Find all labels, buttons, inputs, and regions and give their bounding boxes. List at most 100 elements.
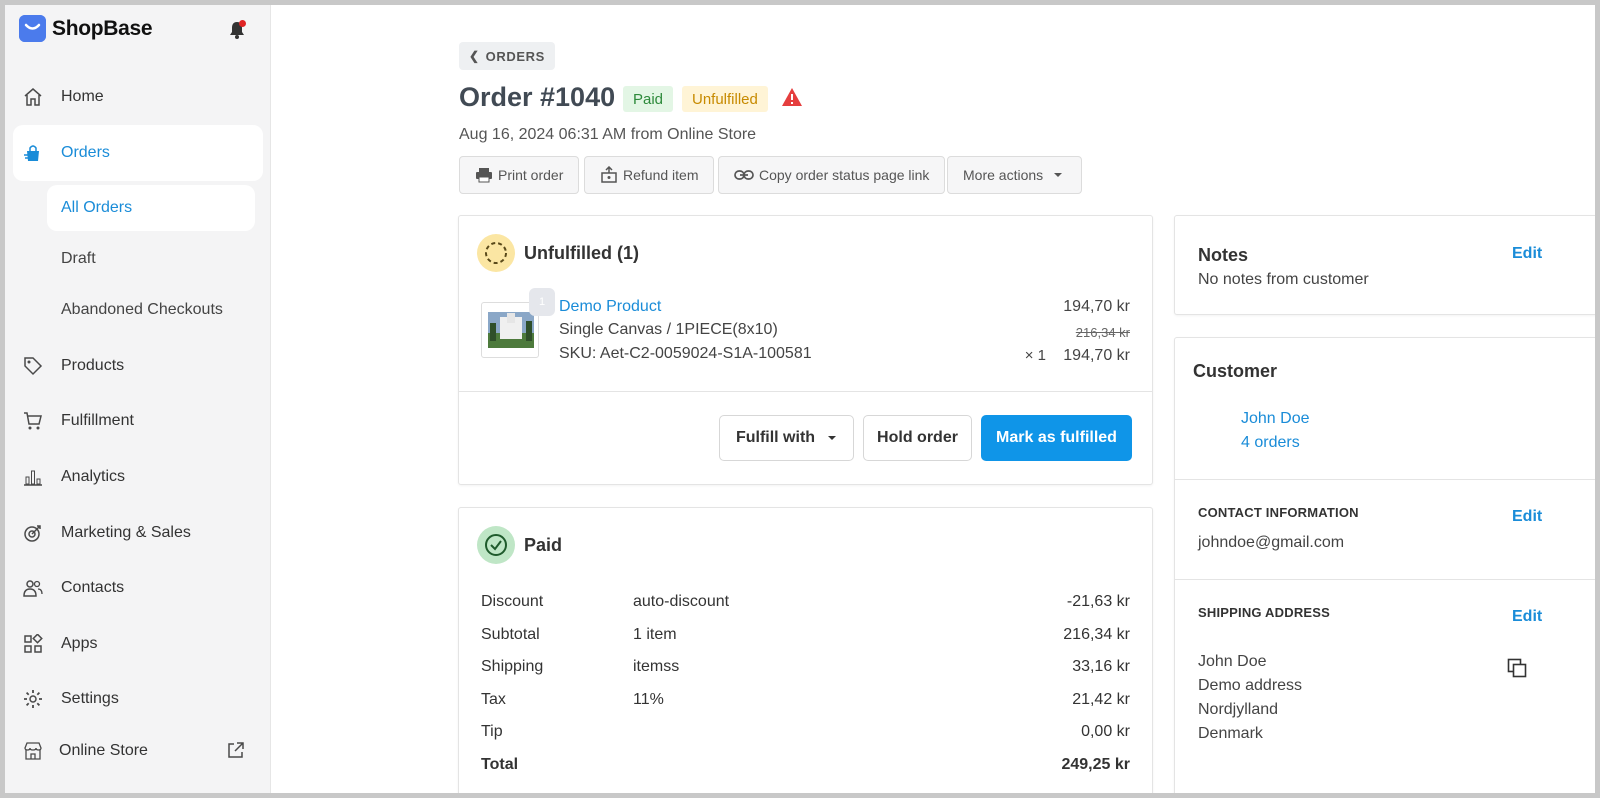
sidebar-item-marketing-sales[interactable]: Marketing & Sales xyxy=(5,507,271,559)
app-window: ShopBase Home Orders All Orders Draft Ab… xyxy=(5,5,1595,793)
refund-item-button[interactable]: Refund item xyxy=(584,156,715,194)
notes-edit-link[interactable]: Edit xyxy=(1512,245,1542,263)
store-icon xyxy=(24,742,42,760)
gear-icon xyxy=(24,690,42,708)
product-original-price: 216,34 kr xyxy=(1075,325,1130,340)
print-order-button[interactable]: Print order xyxy=(459,156,580,194)
payment-row-shipping: Shipping itemss 33,16 kr xyxy=(481,658,1130,682)
paid-status-icon xyxy=(477,526,515,564)
back-to-orders-button[interactable]: ❮ ORDERS xyxy=(459,42,555,70)
hold-order-button[interactable]: Hold order xyxy=(863,415,972,461)
fulfill-with-dropdown[interactable]: Fulfill with xyxy=(719,415,854,461)
payment-row-amount: 249,25 kr xyxy=(1061,756,1130,773)
more-actions-label: More actions xyxy=(963,167,1044,183)
caret-down-icon xyxy=(1054,173,1063,177)
brand-logo[interactable]: ShopBase xyxy=(19,15,153,42)
payment-row-detail: 11% xyxy=(633,691,664,708)
sidebar-item-orders[interactable]: Orders xyxy=(13,125,263,181)
product-sku: SKU: Aet-C2-0059024-S1A-100581 xyxy=(559,345,812,362)
page-title: Order #1040 xyxy=(459,82,616,112)
product-quantity: × 1 xyxy=(1024,347,1046,364)
copy-icon[interactable] xyxy=(1507,658,1527,678)
printer-icon xyxy=(476,168,492,183)
unfulfilled-status-icon xyxy=(477,234,515,272)
unfulfilled-heading-text: Unfulfilled (1) xyxy=(524,242,639,263)
shipping-edit-link[interactable]: Edit xyxy=(1512,608,1542,626)
payment-row-amount: 33,16 kr xyxy=(1072,658,1130,675)
product-name-link[interactable]: Demo Product xyxy=(559,298,661,316)
breadcrumb-label: ORDERS xyxy=(485,48,545,64)
sidebar-item-label: Fulfillment xyxy=(61,412,134,429)
bar-chart-icon xyxy=(24,470,42,486)
sidebar-item-label: Orders xyxy=(61,144,110,161)
home-icon xyxy=(24,88,42,106)
address-line: John Doe xyxy=(1198,653,1267,670)
sidebar-item-analytics[interactable]: Analytics xyxy=(5,451,271,503)
shopbase-logo-icon xyxy=(19,15,46,42)
sidebar-item-label: Analytics xyxy=(61,468,126,485)
users-icon xyxy=(23,580,43,597)
unfulfilled-heading: Unfulfilled (1) xyxy=(477,234,639,272)
payment-row-label: Total xyxy=(481,756,519,773)
payment-row-label: Tip xyxy=(481,723,503,740)
quantity-badge: 1 xyxy=(529,288,555,316)
paid-heading: Paid xyxy=(477,526,562,564)
sidebar: ShopBase Home Orders All Orders Draft Ab… xyxy=(5,5,271,793)
product-variant: Single Canvas / 1PIECE(8x10) xyxy=(559,321,778,338)
contact-edit-link[interactable]: Edit xyxy=(1512,508,1542,526)
fulfillment-status-badge: Unfulfilled xyxy=(682,86,768,112)
link-icon xyxy=(734,170,754,180)
notification-bell-icon[interactable] xyxy=(227,19,247,41)
payment-row-label: Tax xyxy=(481,691,506,708)
fulfill-with-label: Fulfill with xyxy=(735,429,816,446)
sidebar-item-contacts[interactable]: Contacts xyxy=(5,562,271,614)
address-line: Denmark xyxy=(1198,725,1263,742)
customer-email: johndoe@gmail.com xyxy=(1198,534,1345,551)
payment-row-detail: auto-discount xyxy=(633,593,730,610)
card-divider xyxy=(1175,579,1595,580)
notes-card: Notes Edit No notes from customer xyxy=(1174,215,1595,315)
sidebar-subitem-all-orders[interactable]: All Orders xyxy=(47,185,255,231)
payment-row-subtotal: Subtotal 1 item 216,34 kr xyxy=(481,626,1130,650)
external-link-icon[interactable] xyxy=(227,741,245,759)
sidebar-item-label: Home xyxy=(61,88,104,105)
sidebar-item-products[interactable]: Products xyxy=(5,340,271,392)
refund-item-label: Refund item xyxy=(623,167,699,183)
paid-heading-text: Paid xyxy=(524,534,563,555)
notes-title: Notes xyxy=(1198,245,1249,265)
sidebar-item-home[interactable]: Home xyxy=(5,71,271,123)
notes-text: No notes from customer xyxy=(1198,271,1369,288)
customer-name-link[interactable]: John Doe xyxy=(1241,410,1310,428)
sidebar-item-label: Contacts xyxy=(61,579,125,596)
payment-row-amount: 0,00 kr xyxy=(1081,723,1130,740)
customer-orders-link[interactable]: 4 orders xyxy=(1241,434,1300,452)
payment-row-detail: 1 item xyxy=(633,626,677,643)
card-divider xyxy=(459,391,1152,392)
refund-icon xyxy=(601,166,617,183)
sidebar-subitem-draft[interactable]: Draft xyxy=(61,250,96,268)
order-date-source: Aug 16, 2024 06:31 AM from Online Store xyxy=(459,126,757,143)
warning-icon[interactable] xyxy=(781,87,803,107)
unfulfilled-card: Unfulfilled (1) 1 Demo Product Single Ca… xyxy=(458,215,1153,485)
shipping-address-caption: SHIPPING ADDRESS xyxy=(1198,605,1331,620)
payment-row-tax: Tax 11% 21,42 kr xyxy=(481,691,1130,715)
tag-icon xyxy=(24,357,43,376)
apps-icon xyxy=(24,634,43,653)
mark-as-fulfilled-button[interactable]: Mark as fulfilled xyxy=(981,415,1132,461)
contact-info-caption: CONTACT INFORMATION xyxy=(1198,505,1359,520)
product-line-total: 194,70 kr xyxy=(1063,347,1130,364)
payment-row-amount: 21,42 kr xyxy=(1072,691,1130,708)
payment-row-total: Total 249,25 kr xyxy=(481,756,1130,780)
sidebar-item-online-store[interactable]: Online Store xyxy=(5,725,271,777)
sidebar-subitem-abandoned-checkouts[interactable]: Abandoned Checkouts xyxy=(61,301,223,319)
paid-card: Paid Discount auto-discount -21,63 kr Su… xyxy=(458,507,1153,793)
more-actions-dropdown[interactable]: More actions xyxy=(947,156,1083,194)
notification-dot xyxy=(239,20,246,27)
copy-order-status-link-button[interactable]: Copy order status page link xyxy=(718,156,946,194)
sidebar-item-fulfillment[interactable]: Fulfillment xyxy=(5,395,271,447)
caret-down-icon xyxy=(828,436,837,440)
customer-card: Customer John Doe 4 orders CONTACT INFOR… xyxy=(1174,337,1595,793)
sidebar-item-settings[interactable]: Settings xyxy=(5,673,271,725)
sidebar-item-apps[interactable]: Apps xyxy=(5,618,271,670)
print-order-label: Print order xyxy=(498,167,564,183)
